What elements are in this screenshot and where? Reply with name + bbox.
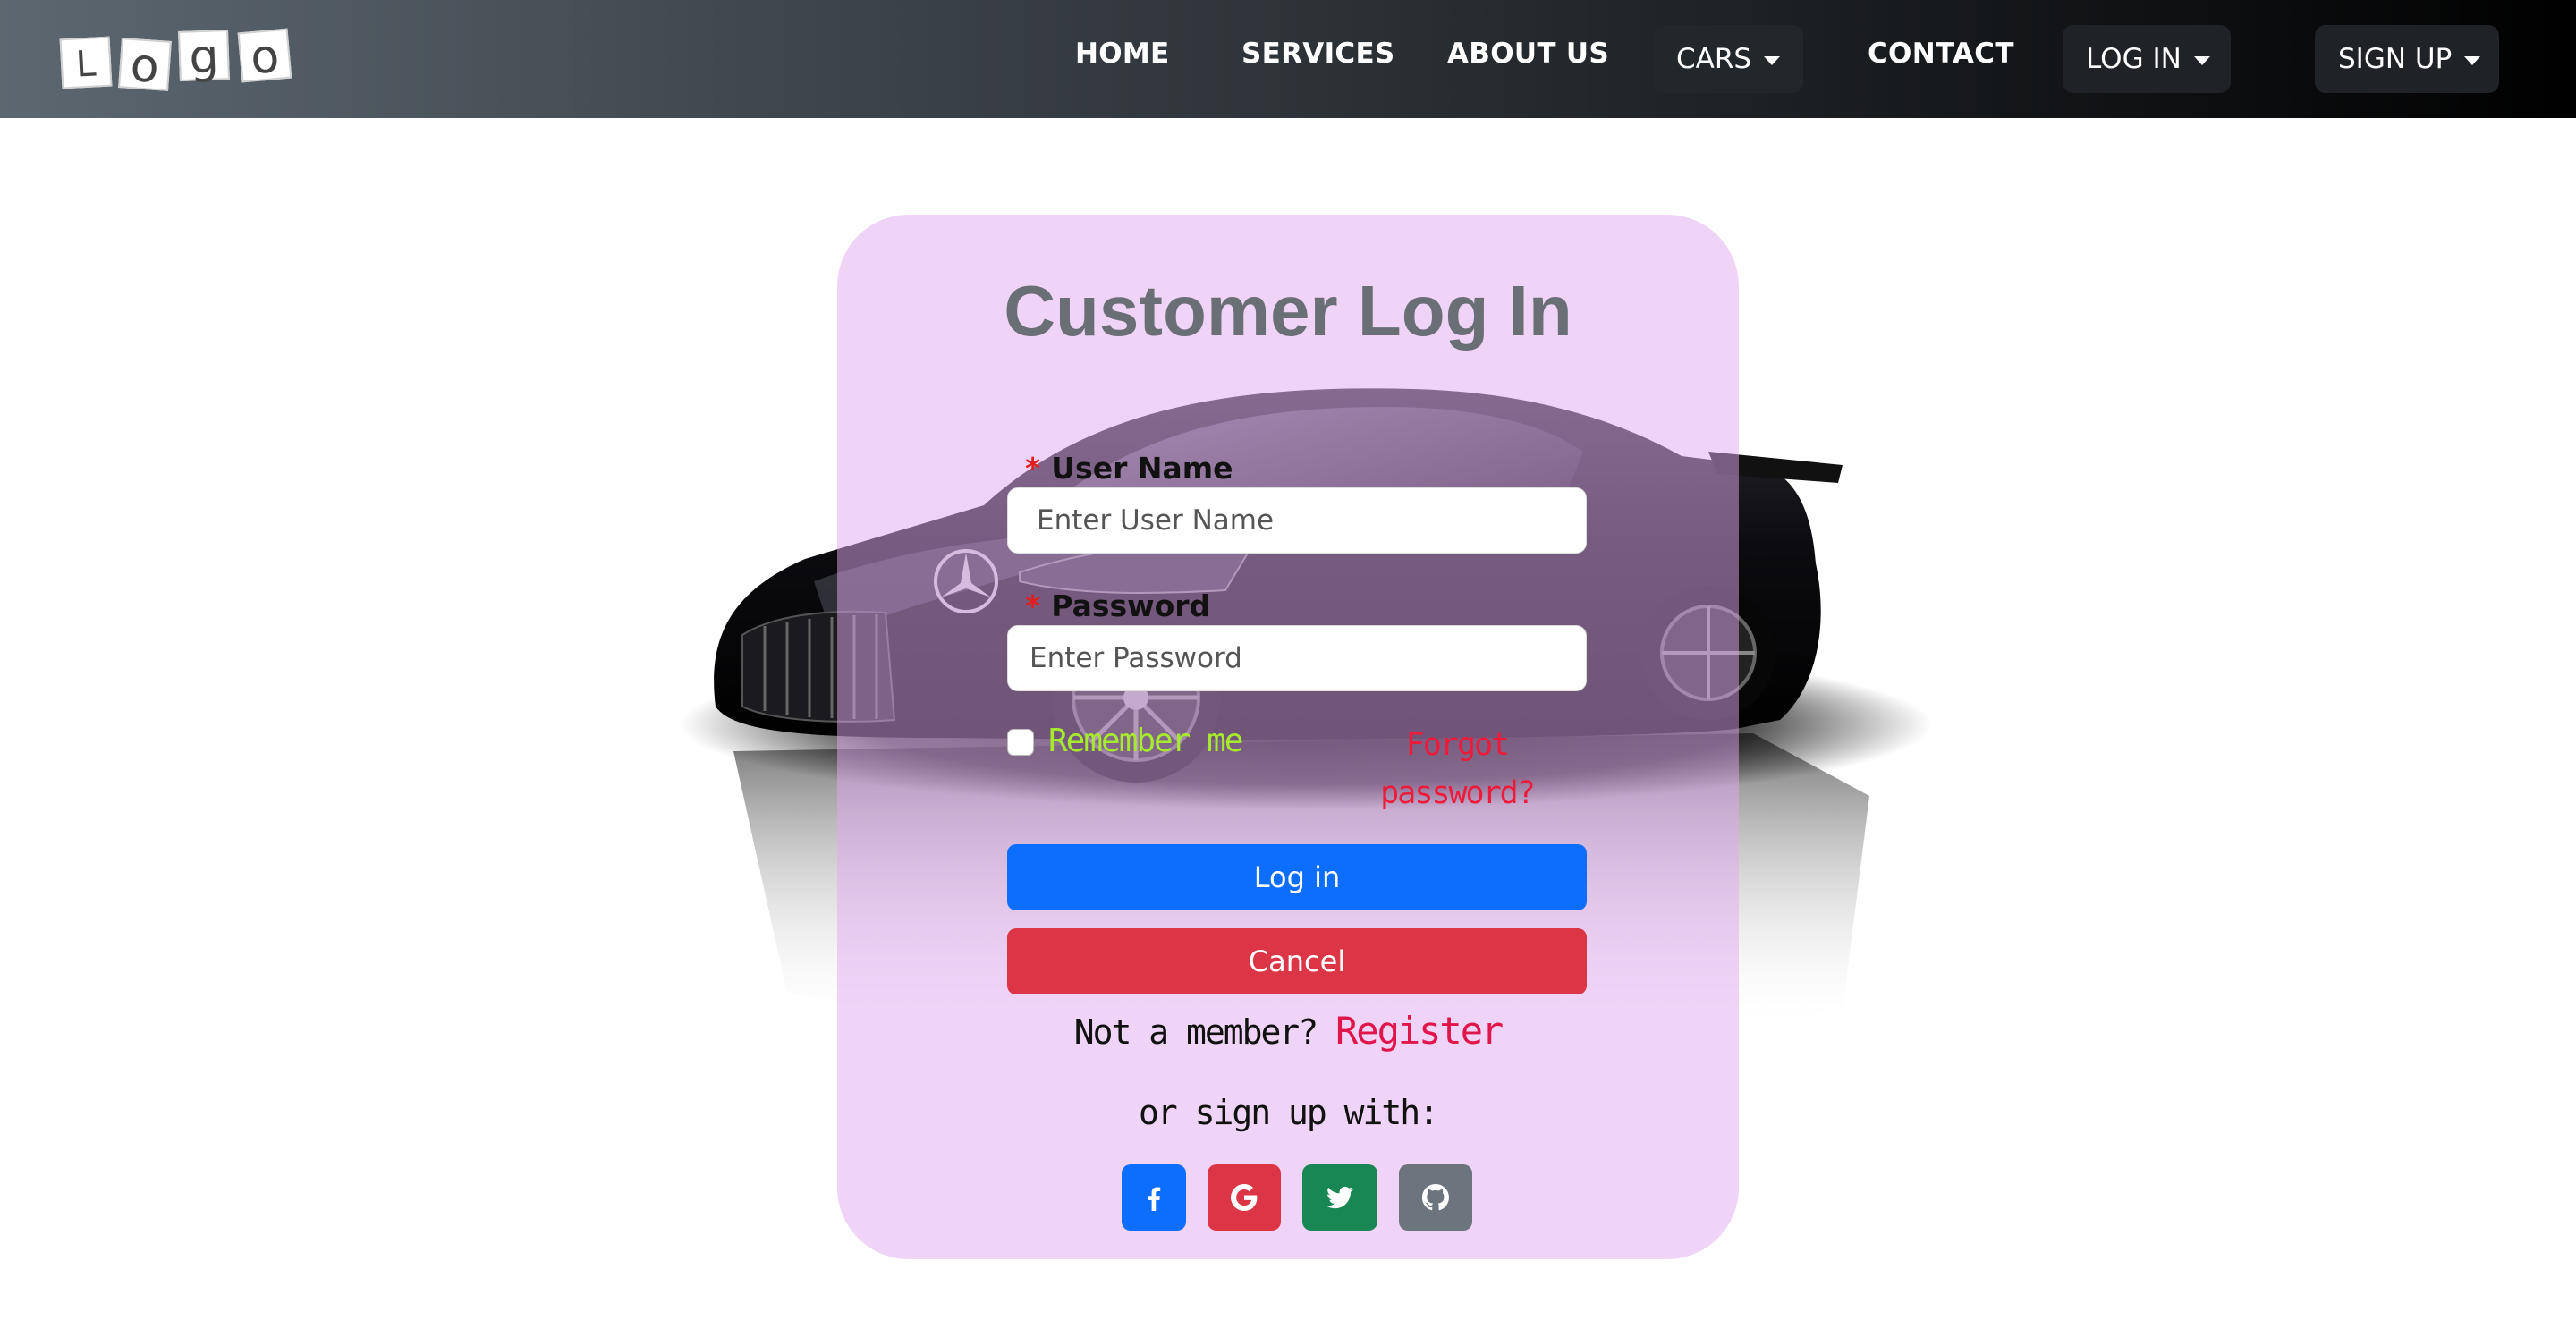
- remember-me-label[interactable]: Remember me: [1048, 723, 1243, 759]
- nav-contact-link[interactable]: CONTACT: [1868, 38, 2014, 70]
- nav-home-link[interactable]: HOME: [1075, 38, 1170, 70]
- logo-letter: L: [59, 36, 113, 89]
- chevron-down-icon: [1764, 55, 1781, 65]
- nav-cars-dropdown[interactable]: CARS: [1653, 25, 1804, 93]
- register-prompt: Not a member? Register: [837, 1009, 1739, 1053]
- logo-letter: g: [178, 30, 230, 85]
- nav-services-link[interactable]: SERVICES: [1241, 38, 1395, 70]
- register-link[interactable]: Register: [1335, 1009, 1504, 1053]
- login-card: Customer Log In * User Name Enter User Na…: [837, 215, 1739, 1259]
- required-marker: *: [1025, 451, 1041, 486]
- cancel-button[interactable]: Cancel: [1007, 928, 1587, 994]
- github-icon: [1421, 1183, 1449, 1211]
- login-button[interactable]: Log in: [1007, 844, 1587, 910]
- chevron-down-icon: [2464, 55, 2481, 65]
- nav-login-label: LOG IN: [2086, 43, 2182, 75]
- twitter-icon: [1326, 1186, 1353, 1209]
- facebook-icon: [1148, 1187, 1161, 1211]
- forgot-password-link[interactable]: Forgot password?: [1354, 721, 1560, 817]
- nav-about-link[interactable]: ABOUT US: [1447, 38, 1609, 70]
- chevron-down-icon: [2193, 55, 2210, 65]
- google-icon: [1231, 1184, 1258, 1211]
- facebook-signup-button[interactable]: [1122, 1164, 1186, 1231]
- username-label: * User Name: [1025, 451, 1233, 486]
- google-signup-button[interactable]: [1208, 1164, 1281, 1231]
- navbar: L o g o HOME SERVICES ABOUT US CARS CONT…: [0, 0, 2576, 118]
- twitter-signup-button[interactable]: [1302, 1164, 1377, 1231]
- nav-login-dropdown[interactable]: LOG IN: [2063, 25, 2231, 93]
- github-signup-button[interactable]: [1399, 1164, 1472, 1231]
- signup-with-text: or sign up with:: [1138, 1093, 1439, 1132]
- logo-letter: o: [237, 28, 292, 85]
- login-title: Customer Log In: [1004, 271, 1572, 351]
- remember-me-checkbox[interactable]: [1007, 729, 1034, 756]
- required-marker: *: [1025, 588, 1041, 623]
- nav-cars-label: CARS: [1676, 43, 1752, 75]
- site-logo[interactable]: L o g o: [59, 27, 302, 94]
- password-input[interactable]: Enter Password: [1007, 625, 1587, 691]
- password-label: * Password: [1025, 588, 1210, 623]
- username-input[interactable]: Enter User Name: [1007, 487, 1587, 554]
- nav-signup-label: SIGN UP: [2338, 43, 2453, 75]
- username-label-text: User Name: [1051, 451, 1233, 486]
- logo-letter: o: [118, 38, 172, 94]
- nav-signup-dropdown[interactable]: SIGN UP: [2315, 25, 2499, 93]
- password-label-text: Password: [1051, 588, 1211, 623]
- not-member-text: Not a member?: [1073, 1012, 1318, 1052]
